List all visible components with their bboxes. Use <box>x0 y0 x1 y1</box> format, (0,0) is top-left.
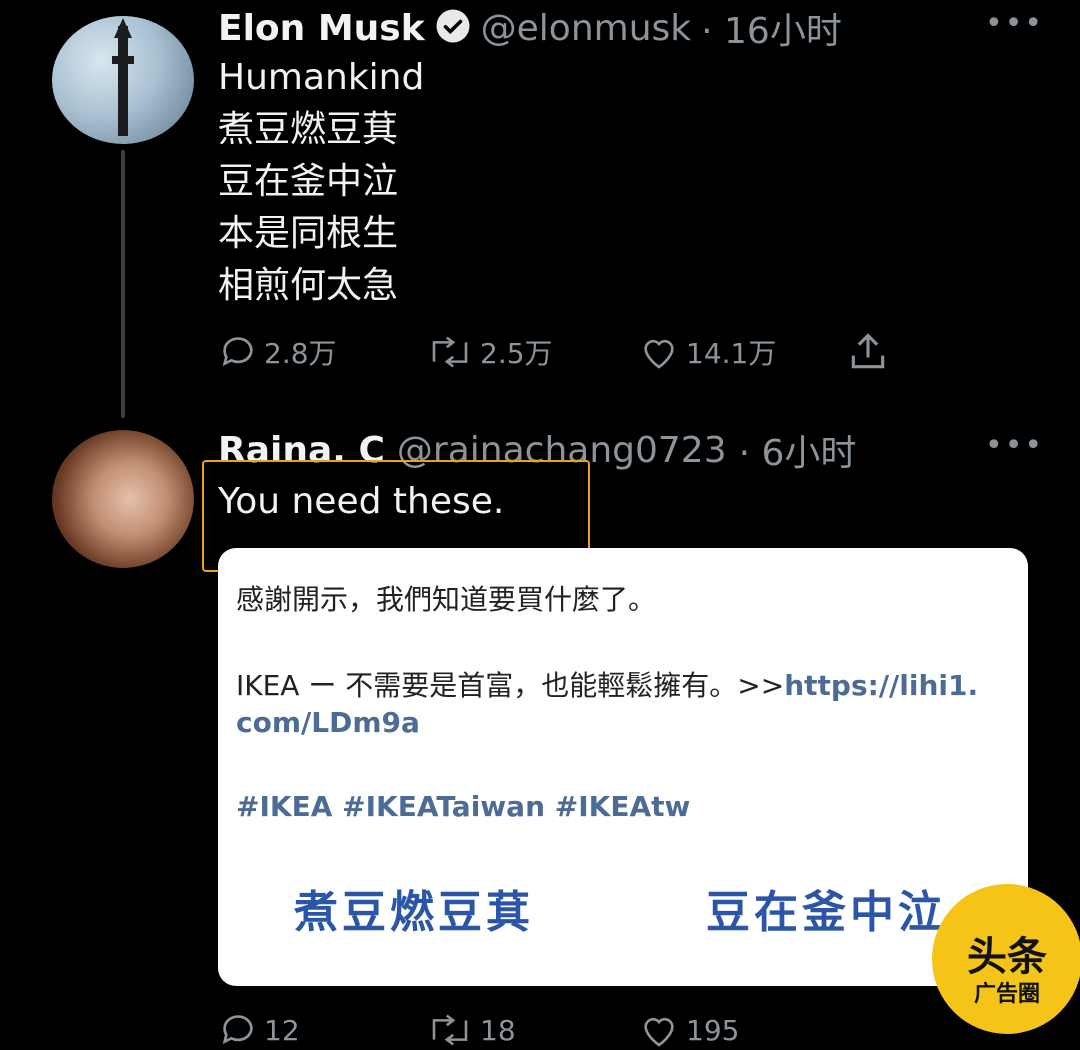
card-line-1: 感謝開示，我們知道要買什麼了。 <box>236 583 657 616</box>
share-icon <box>851 333 885 369</box>
tweet1-header: Elon Musk @elonmusk · 16小时 <box>218 2 842 54</box>
retweet-count: 18 <box>480 1013 516 1047</box>
tweet1-text: Humankind 煮豆燃豆萁 豆在釜中泣 本是同根生 相煎何太急 <box>218 52 424 312</box>
more-options-icon[interactable]: ••• <box>985 6 1044 41</box>
thread-connector <box>121 150 125 418</box>
reply-icon <box>222 337 253 367</box>
card-line-2: IKEA ー 不需要是首富，也能輕鬆擁有。>>https://lihi1. <box>236 664 978 704</box>
avatar-elon-musk[interactable] <box>52 16 194 144</box>
avatar-raina-c[interactable] <box>52 430 194 568</box>
toutiao-watermark: 头条 广告圈 <box>932 884 1080 1034</box>
retweet-icon <box>432 336 468 368</box>
share-button[interactable] <box>846 330 890 374</box>
card-headline-right: 豆在釜中泣 <box>706 887 946 938</box>
tweet-line: 相煎何太急 <box>218 265 399 306</box>
card-link-continued[interactable]: com/LDm9a <box>236 706 420 739</box>
reply-count: 2.8万 <box>264 337 337 370</box>
watermark-subtitle: 广告圈 <box>973 982 1040 1007</box>
attached-image[interactable]: 感謝開示，我們知道要買什麼了。 IKEA ー 不需要是首富，也能輕鬆擁有。>>h… <box>218 548 1028 986</box>
like-count: 195 <box>686 1013 740 1047</box>
author-name[interactable]: Elon Musk <box>218 8 425 49</box>
tweet-line: 豆在釜中泣 <box>218 161 399 202</box>
tweet-time[interactable]: · 6小时 <box>739 424 857 476</box>
retweet-count: 2.5万 <box>480 337 553 370</box>
like-button[interactable]: 14.1万 <box>638 332 776 372</box>
card-link[interactable]: https://lihi1. <box>784 669 978 702</box>
card-line-2-text: IKEA ー 不需要是首富，也能輕鬆擁有。>> <box>236 669 785 702</box>
reply-icon <box>222 1015 253 1045</box>
rocket-icon <box>112 18 134 136</box>
heart-icon <box>644 1017 674 1047</box>
like-button[interactable]: 195 <box>638 1010 739 1050</box>
retweet-button[interactable]: 18 <box>426 1010 516 1050</box>
reply-button[interactable]: 2.8万 <box>218 332 337 372</box>
tweet-time[interactable]: · 16小时 <box>701 2 842 54</box>
reply-button[interactable]: 12 <box>218 1010 300 1050</box>
card-headline-left: 煮豆燃豆萁 <box>294 887 534 938</box>
verified-badge-icon <box>435 8 471 48</box>
author-handle[interactable]: @elonmusk <box>481 8 691 49</box>
reply-count: 12 <box>264 1013 300 1047</box>
watermark-title: 头条 <box>967 934 1047 980</box>
card-hashtags[interactable]: #IKEA #IKEATaiwan #IKEAtw <box>236 790 690 823</box>
tweet-line: 本是同根生 <box>218 213 399 254</box>
tweet-line: 煮豆燃豆萁 <box>218 109 399 150</box>
like-count: 14.1万 <box>686 337 777 370</box>
retweet-icon <box>432 1014 468 1046</box>
tweet-line: Humankind <box>218 57 425 98</box>
retweet-button[interactable]: 2.5万 <box>426 332 553 372</box>
more-options-icon[interactable]: ••• <box>985 428 1044 463</box>
heart-icon <box>644 339 674 369</box>
